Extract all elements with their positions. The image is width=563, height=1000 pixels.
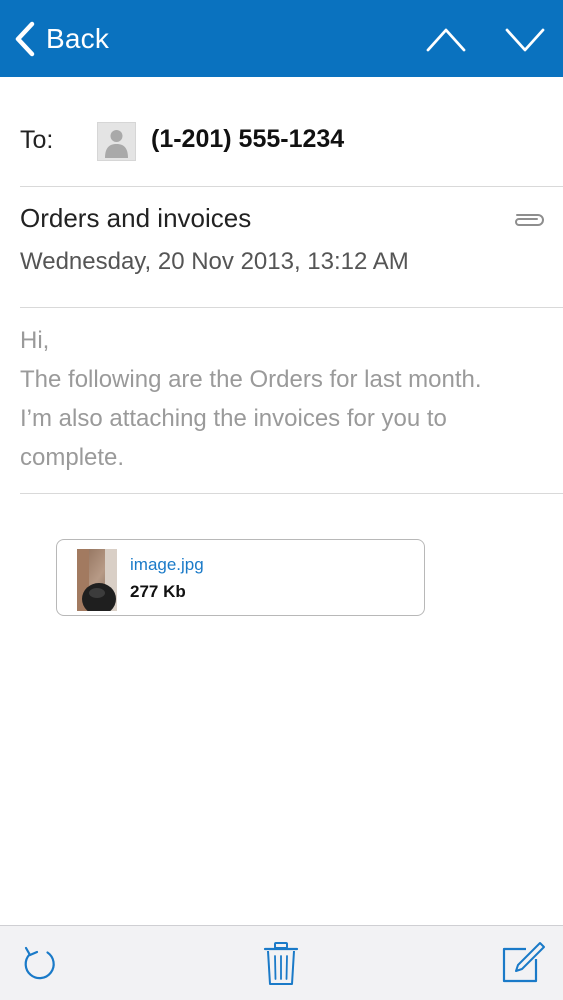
trash-icon — [263, 942, 299, 985]
chevron-left-icon — [15, 21, 35, 57]
divider — [20, 493, 563, 494]
navigation-bar: Back — [0, 0, 563, 77]
body-line: Hi, — [20, 327, 50, 354]
chevron-up-icon — [426, 28, 466, 52]
delete-button[interactable] — [262, 941, 300, 987]
message-subject: Orders and invoices — [20, 203, 252, 233]
message-date: Wednesday, 20 Nov 2013, 13:12 AM — [20, 248, 409, 275]
message-body: Hi, The following are the Orders for las… — [20, 321, 550, 477]
refresh-icon — [24, 946, 55, 980]
divider — [20, 307, 563, 308]
back-button[interactable]: Back — [14, 18, 109, 60]
body-line: I’m also attaching the invoices for you … — [20, 405, 447, 432]
bottom-toolbar — [0, 925, 563, 1000]
next-message-button[interactable] — [503, 22, 547, 56]
person-icon — [105, 130, 128, 158]
body-line: complete. — [20, 444, 125, 471]
chevron-down-icon — [505, 28, 545, 52]
avatar — [97, 122, 136, 161]
back-label: Back — [46, 23, 110, 54]
compose-button[interactable] — [500, 941, 546, 985]
compose-icon — [502, 942, 545, 983]
recipient-phone[interactable]: (1-201) 555-1234 — [151, 125, 344, 154]
attachment-thumbnail — [77, 549, 117, 611]
body-line: The following are the Orders for last mo… — [20, 366, 482, 393]
previous-message-button[interactable] — [424, 22, 468, 56]
attachment-card[interactable]: image.jpg 277 Kb — [56, 539, 425, 616]
refresh-button[interactable] — [20, 944, 60, 984]
attachment-size: 277 Kb — [130, 582, 186, 601]
divider — [20, 186, 563, 187]
attachment-name: image.jpg — [130, 555, 204, 574]
paperclip-icon — [515, 214, 544, 226]
to-label: To: — [20, 126, 54, 154]
